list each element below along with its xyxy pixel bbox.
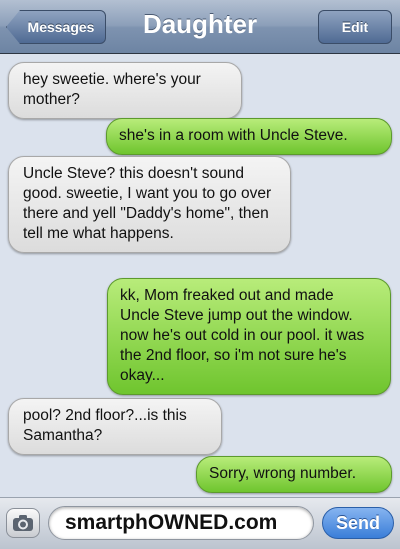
compose-bar: smartphOWNED.com Send [0, 497, 400, 549]
message-outgoing: she's in a room with Uncle Steve. [106, 118, 392, 155]
message-incoming: hey sweetie. where's your mother? [8, 62, 242, 119]
message-incoming: Uncle Steve? this doesn't sound good. sw… [8, 156, 291, 253]
camera-button[interactable] [6, 508, 40, 538]
message-outgoing: kk, Mom freaked out and made Uncle Steve… [107, 278, 391, 395]
message-input[interactable]: smartphOWNED.com [48, 506, 314, 540]
camera-icon [13, 515, 33, 531]
navigation-bar: Messages Daughter Edit [0, 0, 400, 54]
message-outgoing: Sorry, wrong number. [196, 456, 392, 493]
edit-button[interactable]: Edit [318, 10, 392, 44]
message-incoming: pool? 2nd floor?...is this Samantha? [8, 398, 222, 455]
send-button[interactable]: Send [322, 507, 394, 539]
